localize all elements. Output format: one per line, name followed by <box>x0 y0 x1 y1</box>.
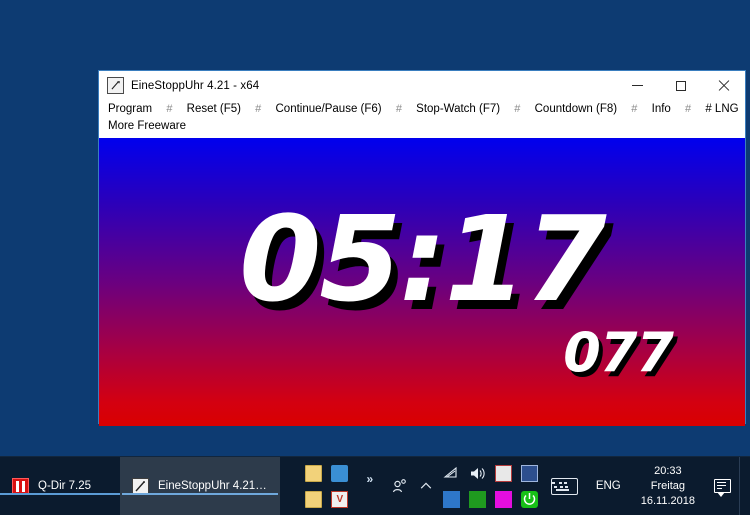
network-drive-icon[interactable] <box>331 464 349 482</box>
close-button[interactable] <box>702 71 745 100</box>
people-glyph-icon <box>392 479 406 493</box>
maximize-icon <box>675 80 686 91</box>
app-window: EineStoppUhr 4.21 - x64 Program # Reset … <box>98 70 746 426</box>
maximize-button[interactable] <box>659 71 702 100</box>
wifi-icon[interactable] <box>443 465 460 482</box>
taskbar-button-label: Q-Dir 7.25 <box>38 480 92 492</box>
taskbar-clock[interactable]: 20:33 Freitag 16.11.2018 <box>631 464 705 509</box>
window-controls <box>616 71 745 100</box>
stopwatch-hand-icon <box>111 81 120 90</box>
calculator-icon[interactable] <box>521 464 539 482</box>
stopwatch-time: 05:17 <box>239 190 607 328</box>
qdir-icon <box>12 477 29 495</box>
people-icon[interactable] <box>387 473 413 499</box>
menu-row-2: More Freeware <box>106 118 745 135</box>
clock-time: 20:33 <box>654 464 682 477</box>
window-title: EineStoppUhr 4.21 - x64 <box>131 79 260 92</box>
tray-icons-left-group: V <box>301 460 353 512</box>
minimize-button[interactable] <box>616 71 659 100</box>
wifi-glyph-icon <box>443 466 457 478</box>
volume-glyph-icon <box>471 467 485 479</box>
menu-item-continue-pause[interactable]: Continue/Pause (F6) <box>274 101 384 118</box>
taskbar-button-q-dir[interactable]: Q-Dir 7.25 <box>0 457 120 515</box>
clock-weekday: Freitag <box>650 479 685 492</box>
grid-green-icon[interactable] <box>469 490 487 508</box>
menu-item-more-freeware[interactable]: More Freeware <box>106 118 188 135</box>
calendar-icon[interactable] <box>495 464 513 482</box>
card-reader-icon[interactable] <box>443 490 461 508</box>
show-desktop-button[interactable] <box>739 457 746 515</box>
taskbar: Q-Dir 7.25 EineStoppUhr 4.21 - x... V » <box>0 456 750 515</box>
stopwatch-hand-icon <box>135 480 145 491</box>
chevron-up-icon <box>420 482 432 489</box>
magenta-square-icon[interactable] <box>495 490 513 508</box>
action-center-glyph-icon <box>713 479 731 497</box>
minimize-icon <box>632 85 643 86</box>
volume-icon[interactable] <box>469 465 486 482</box>
stopwatch-icon <box>107 77 124 94</box>
vlc-icon[interactable]: V <box>331 490 349 508</box>
stopwatch-icon <box>132 477 149 495</box>
system-tray: V » ENG 20:33 Freitag 16.11.2018 <box>301 457 750 515</box>
menu-item-info[interactable]: Info <box>650 101 673 118</box>
taskbar-button-label: EineStoppUhr 4.21 - x... <box>158 480 268 492</box>
folder-icon[interactable] <box>305 464 323 482</box>
close-icon <box>718 80 730 92</box>
menu-item-lng[interactable]: # LNG <box>703 101 740 118</box>
menu-separator: # <box>685 103 692 115</box>
menu-separator: # <box>744 101 750 118</box>
power-glyph-icon <box>524 492 536 505</box>
menu-bar: Program # Reset (F5) # Continue/Pause (F… <box>99 100 745 138</box>
keyboard-icon[interactable] <box>550 477 578 495</box>
menu-item-countdown[interactable]: Countdown (F8) <box>533 101 619 118</box>
clock-date: 16.11.2018 <box>640 494 695 507</box>
menu-separator: # <box>514 103 521 115</box>
menu-separator: # <box>631 103 638 115</box>
show-hidden-icons-button[interactable] <box>413 473 439 499</box>
menu-separator: # <box>166 103 173 115</box>
power-icon[interactable] <box>521 490 539 508</box>
tray-overflow-group: » <box>353 460 387 512</box>
stopwatch-milliseconds: 077 <box>563 321 674 384</box>
language-indicator[interactable]: ENG <box>586 480 631 492</box>
stopwatch-display[interactable]: 05:17 077 <box>99 138 745 426</box>
menu-item-program[interactable]: Program <box>106 101 154 118</box>
menu-item-reset[interactable]: Reset (F5) <box>185 101 243 118</box>
desktop: EineStoppUhr 4.21 - x64 Program # Reset … <box>0 0 750 515</box>
tray-overflow-button[interactable]: » <box>366 472 373 486</box>
tray-icons-right-group <box>439 460 543 512</box>
folder-icon-2[interactable] <box>305 490 323 508</box>
menu-item-stop-watch[interactable]: Stop-Watch (F7) <box>414 101 502 118</box>
taskbar-button-einestoppuhr[interactable]: EineStoppUhr 4.21 - x... <box>120 457 280 515</box>
menu-separator: # <box>395 103 402 115</box>
action-center-icon[interactable] <box>705 479 739 497</box>
window-titlebar[interactable]: EineStoppUhr 4.21 - x64 <box>99 71 745 100</box>
menu-separator: # <box>255 103 262 115</box>
menu-row-1: Program # Reset (F5) # Continue/Pause (F… <box>106 101 745 118</box>
